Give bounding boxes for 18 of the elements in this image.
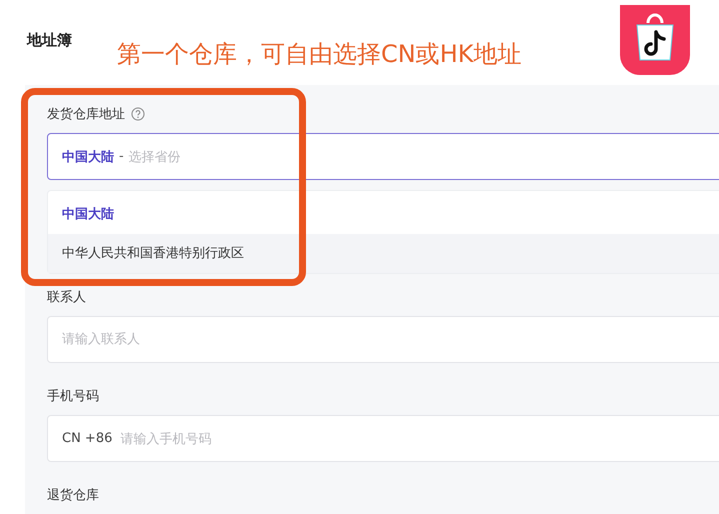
region-select-field[interactable]: 中国大陆 - 选择省份 xyxy=(47,133,719,180)
field-label: 退货仓库 xyxy=(47,487,99,504)
phone-placeholder: 请输入手机号码 xyxy=(120,430,212,448)
province-placeholder: 选择省份 xyxy=(128,148,181,166)
annotation-text: 第一个仓库，可自由选择CN或HK地址 xyxy=(117,39,522,70)
shopping-bag-logo-icon xyxy=(620,5,690,75)
field-label: 手机号码 xyxy=(47,388,99,405)
separator-text: - xyxy=(119,149,124,164)
region-option[interactable]: 中华人民共和国香港特别行政区 xyxy=(48,234,719,273)
region-option[interactable]: 中国大陆 xyxy=(48,195,719,234)
help-icon[interactable] xyxy=(131,107,145,121)
selected-region: 中国大陆 xyxy=(62,148,114,166)
page-title: 地址簿 xyxy=(27,31,72,50)
field-label: 联系人 xyxy=(47,289,86,306)
contact-input-field[interactable]: 请输入联系人 xyxy=(47,316,719,363)
country-code: CN +86 xyxy=(62,431,112,446)
field-label: 发货仓库地址 xyxy=(47,106,125,123)
phone-input-field[interactable]: CN +86 请输入手机号码 xyxy=(47,415,719,462)
